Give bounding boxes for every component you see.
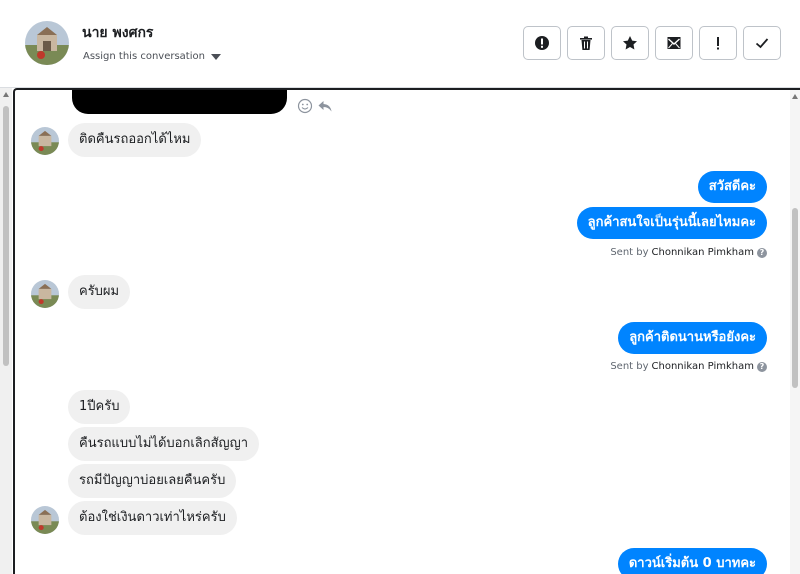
incoming-message: ครับผม bbox=[68, 275, 131, 309]
check-icon bbox=[755, 38, 769, 49]
help-icon[interactable]: ? bbox=[757, 247, 767, 258]
incoming-message: คืนรถแบบไม่ได้บอกเลิกสัญญา bbox=[68, 427, 260, 461]
sent-by-label: Sent by Chonnikan Pimkham ? bbox=[610, 247, 767, 258]
mark-unread-button[interactable] bbox=[655, 26, 693, 60]
done-button[interactable] bbox=[743, 26, 781, 60]
reply-icon[interactable] bbox=[317, 98, 333, 114]
alert-icon-button[interactable] bbox=[523, 26, 561, 60]
sent-by-label: Sent by Chonnikan Pimkham ? bbox=[610, 361, 767, 372]
chat-scrollbar[interactable] bbox=[790, 90, 800, 574]
left-scrollbar[interactable] bbox=[0, 88, 12, 574]
scroll-thumb[interactable] bbox=[792, 208, 798, 388]
incoming-message: รถมีปัญญาบ่อยเลยคืนครับ bbox=[68, 464, 237, 498]
trash-icon bbox=[580, 36, 592, 50]
incoming-message: 1ปีครับ bbox=[68, 390, 131, 424]
agent-name: Chonnikan Pimkham bbox=[651, 361, 754, 372]
message-thread: ติดคืนรถออกได้ไหม สวัสดีคะ ลูกค้าสนใจเป็… bbox=[13, 88, 800, 574]
delete-button[interactable] bbox=[567, 26, 605, 60]
incoming-message: ติดคืนรถออกได้ไหม bbox=[68, 123, 202, 157]
message-actions bbox=[297, 98, 333, 114]
assign-conversation-dropdown[interactable]: Assign this conversation bbox=[83, 51, 221, 62]
agent-name: Chonnikan Pimkham bbox=[651, 247, 754, 258]
scroll-thumb[interactable] bbox=[3, 106, 9, 366]
assign-label: Assign this conversation bbox=[83, 51, 205, 62]
redacted-message bbox=[72, 90, 287, 114]
avatar bbox=[31, 506, 59, 534]
alert-circle-icon bbox=[535, 36, 549, 50]
conversation-toolbar bbox=[523, 26, 781, 60]
contact-avatar bbox=[25, 21, 69, 65]
exclamation-icon bbox=[717, 37, 719, 50]
help-icon[interactable]: ? bbox=[757, 361, 767, 372]
outgoing-message: สวัสดีคะ bbox=[697, 171, 767, 203]
avatar bbox=[31, 127, 59, 155]
outgoing-message: ดาวน์เริ่มต้น 0 บาทคะ bbox=[617, 548, 767, 574]
star-button[interactable] bbox=[611, 26, 649, 60]
scroll-up-arrow-icon[interactable] bbox=[792, 94, 798, 99]
emoji-icon[interactable] bbox=[297, 98, 313, 114]
important-button[interactable] bbox=[699, 26, 737, 60]
caret-down-icon bbox=[210, 53, 221, 60]
star-icon bbox=[623, 36, 637, 50]
contact-name: นาย พงศกร bbox=[82, 25, 154, 41]
avatar bbox=[31, 280, 59, 308]
scroll-up-arrow-icon[interactable] bbox=[3, 92, 9, 97]
conversation-header: นาย พงศกร Assign this conversation bbox=[0, 0, 800, 88]
envelope-icon bbox=[667, 37, 681, 49]
outgoing-message: ลูกค้าติดนานหรือยังคะ bbox=[618, 322, 767, 354]
incoming-message: ต้องใช่เงินดาวเท่าไหร่ครับ bbox=[68, 501, 237, 535]
outgoing-message: ลูกค้าสนใจเป็นรุ่นนี้เลยไหมคะ bbox=[576, 207, 767, 239]
